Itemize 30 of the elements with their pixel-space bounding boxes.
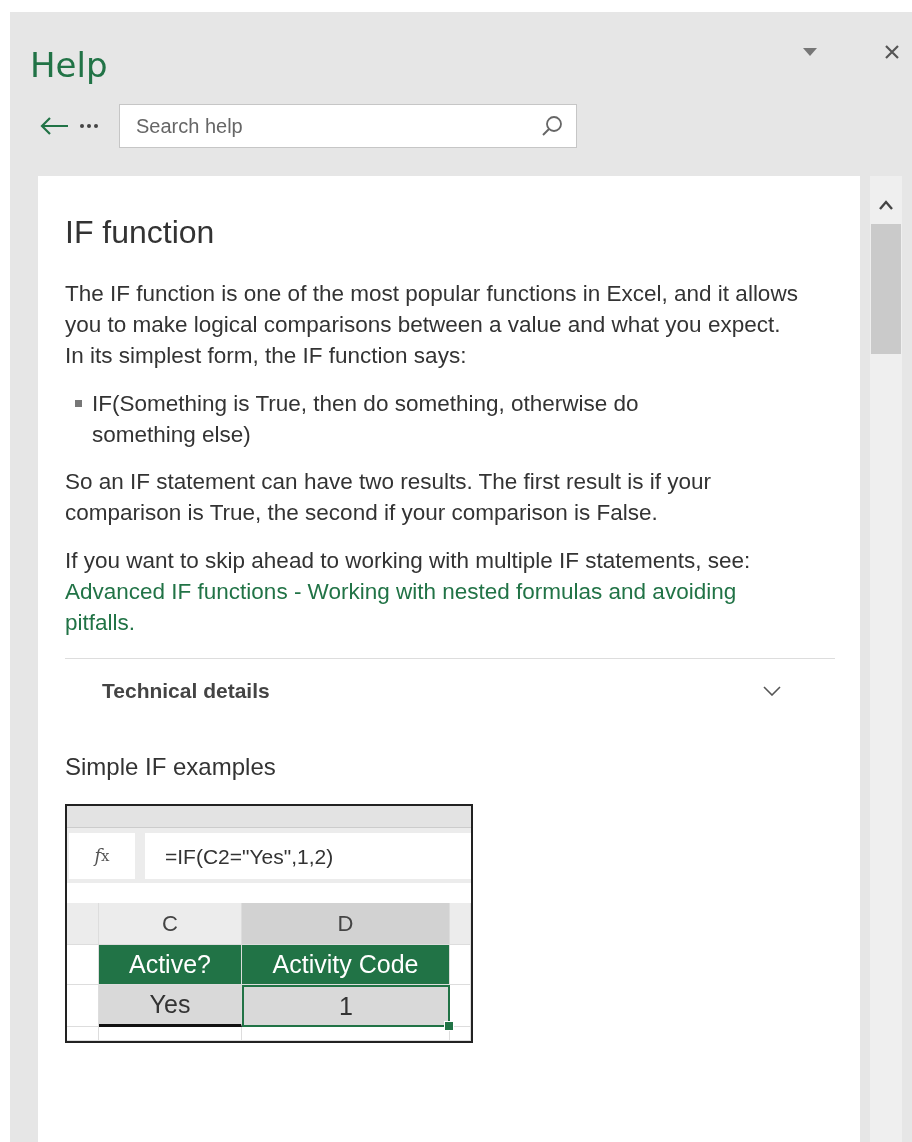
scrollbar-thumb[interactable]: [871, 224, 901, 354]
paragraph: So an IF statement can have two results. The first result is if your comparison is True, the second if your comparison is False.: [65, 468, 713, 527]
section-label: Technical details: [102, 678, 270, 704]
table-cell: Activity Code: [242, 945, 450, 985]
close-icon[interactable]: [884, 44, 900, 60]
paragraph: The IF function is one of the most popular functions in Excel, and it allows you to make logical comparisons between a value and what you expect. In its simplest form, the IF function says:: [65, 280, 799, 370]
dropdown-caret-icon[interactable]: [802, 47, 818, 57]
column-header: [450, 903, 471, 945]
article-title: IF function: [65, 213, 216, 252]
table-cell: [450, 945, 471, 985]
panel-title: Help: [30, 44, 109, 85]
column-header[interactable]: C: [99, 903, 242, 945]
column-header[interactable]: D: [242, 903, 450, 945]
bullet-icon: [75, 400, 82, 407]
section-header[interactable]: Technical details: [65, 659, 835, 726]
bullet-text: IF(Something is True, then do something, otherwise do something else): [92, 390, 640, 449]
table-cell: [450, 1027, 471, 1041]
table-cell: Active?: [99, 945, 242, 985]
article-link[interactable]: Advanced IF functions - Working with nested formulas and avoiding pitfalls.: [65, 576, 805, 638]
paragraph: If you want to skip ahead to working with multiple IF statements, see: Advanced IF functions - Working with nested formulas and avoiding pitfalls.: [65, 545, 805, 638]
more-options-icon[interactable]: [79, 123, 99, 129]
search-field[interactable]: Search help: [119, 104, 577, 148]
row-header: [67, 903, 99, 945]
back-arrow-icon[interactable]: [39, 116, 69, 136]
search-icon[interactable]: [541, 115, 563, 137]
chevron-down-icon[interactable]: [763, 685, 781, 696]
table-cell: Yes: [99, 985, 242, 1027]
formula-field: =IF(C2="Yes",1,2): [145, 833, 471, 879]
scroll-up-icon[interactable]: [878, 200, 894, 210]
section-title: Simple IF examples: [65, 752, 277, 782]
